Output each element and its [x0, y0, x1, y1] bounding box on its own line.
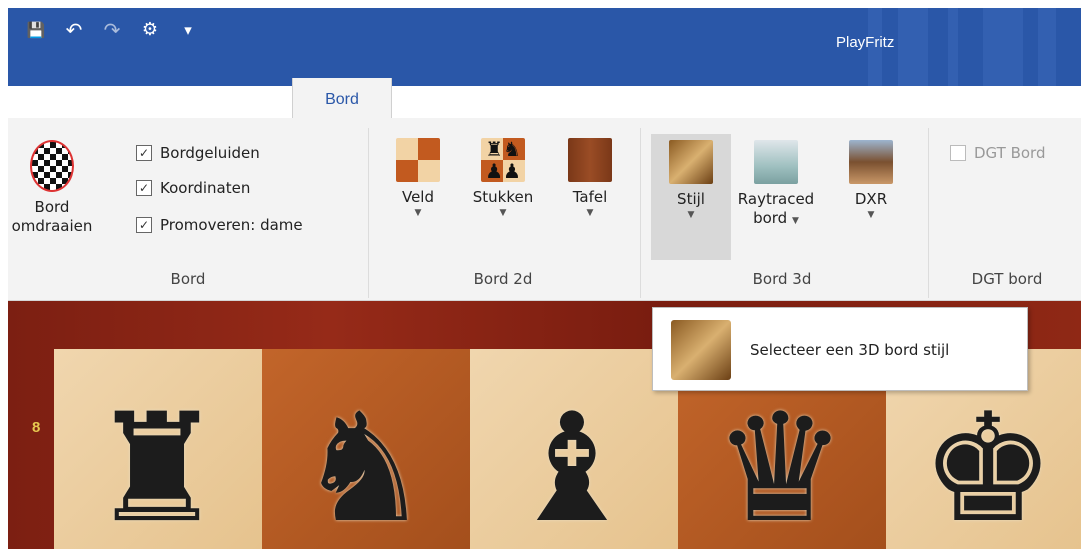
engine-icon[interactable]: ⚙ [140, 20, 160, 40]
raytraced-label-1: Raytraced [737, 190, 815, 208]
flip-board-label-2: omdraaien [11, 217, 93, 235]
group-label-bord-2d: Bord 2d [473, 270, 533, 288]
title-bar: 💾 ↶ ↷ ⚙ ▾ PlayFritz [8, 8, 1081, 86]
flip-board-label-1: Bord [34, 198, 70, 216]
dgt-bord-label: DGT Bord [974, 144, 1046, 162]
group-separator [928, 128, 929, 298]
group-label-bord-3d: Bord 3d [752, 270, 812, 288]
app-title: PlayFritz [836, 34, 895, 51]
glass-piece-icon [754, 140, 798, 184]
pieces-icon: ♜♞ ♟♟ [481, 138, 525, 182]
checkbox-icon[interactable] [950, 145, 966, 161]
checkbox-icon[interactable]: ✓ [136, 180, 152, 196]
group-separator [368, 128, 369, 298]
veld-button[interactable]: Veld ▼ [388, 138, 448, 219]
tab-help[interactable]: Help [732, 78, 765, 118]
dxr-label: DXR [854, 190, 888, 208]
square-pattern-icon [396, 138, 440, 182]
save-icon[interactable]: 💾 [26, 20, 46, 40]
black-bishop[interactable]: ♝ [502, 389, 642, 549]
rank-label: 8 [32, 419, 41, 436]
redo-icon[interactable]: ↷ [102, 20, 122, 40]
check-promoveren[interactable]: ✓ Promoveren: dame [136, 216, 303, 234]
stukken-button[interactable]: ♜♞ ♟♟ Stukken ▼ [458, 138, 548, 219]
tab-bord[interactable]: Bord [292, 78, 392, 118]
check-koordinaten-label: Koordinaten [160, 179, 251, 197]
stukken-label: Stukken [472, 188, 534, 206]
group-label-bord: Bord [170, 270, 206, 288]
group-separator [640, 128, 641, 298]
check-dgt-bord[interactable]: DGT Bord [950, 144, 1045, 162]
flip-board-icon [30, 140, 74, 192]
tab-thuis[interactable]: Thuis [210, 78, 249, 118]
stijl-label: Stijl [677, 190, 705, 208]
customize-dropdown-icon[interactable]: ▾ [178, 20, 198, 40]
chess-3d-style-icon [669, 140, 713, 184]
chevron-down-icon: ▼ [499, 208, 507, 218]
checkbox-icon[interactable]: ✓ [136, 217, 152, 233]
black-queen[interactable]: ♛ [710, 389, 850, 549]
ribbon-tabs: Bestand Thuis Bord Openingen Vensters He… [8, 78, 1081, 118]
tafel-label: Tafel [572, 188, 608, 206]
chess-3d-style-icon [671, 320, 731, 380]
veld-label: Veld [401, 188, 434, 206]
tab-bestand[interactable]: Bestand [48, 78, 111, 118]
wooden-king-icon [849, 140, 893, 184]
dxr-button[interactable]: DXR ▼ [838, 140, 904, 221]
chevron-down-icon: ▼ [867, 210, 875, 220]
undo-icon[interactable]: ↶ [64, 20, 84, 40]
tab-openingen[interactable]: Openingen [422, 78, 500, 118]
tab-vensters[interactable]: Vensters [593, 78, 655, 118]
check-koordinaten[interactable]: ✓ Koordinaten [136, 179, 250, 197]
tafel-button[interactable]: Tafel ▼ [558, 138, 622, 219]
tooltip-text: Selecteer een 3D bord stijl [750, 341, 950, 359]
raytraced-board-button[interactable]: Raytraced bord ▼ [731, 140, 821, 228]
tooltip: Selecteer een 3D bord stijl [652, 307, 1028, 391]
table-wood-icon [568, 138, 612, 182]
ribbon-panel: Bord omdraaien ✓ Bordgeluiden ✓ Koordina… [8, 118, 1081, 301]
black-rook[interactable]: ♜ [87, 389, 227, 549]
check-promoveren-label: Promoveren: dame [160, 216, 303, 234]
stijl-button[interactable]: Stijl ▼ [651, 134, 731, 260]
chevron-down-icon: ▼ [687, 210, 695, 220]
chevron-down-icon: ▼ [586, 208, 594, 218]
raytraced-label-2: bord ▼ [753, 209, 799, 227]
check-bordgeluiden[interactable]: ✓ Bordgeluiden [136, 144, 260, 162]
checkbox-icon[interactable]: ✓ [136, 145, 152, 161]
black-knight[interactable]: ♞ [294, 389, 434, 549]
check-bordgeluiden-label: Bordgeluiden [160, 144, 260, 162]
quick-access-toolbar: 💾 ↶ ↷ ⚙ ▾ [26, 20, 198, 41]
flip-board-button[interactable]: Bord omdraaien [10, 140, 94, 236]
chevron-down-icon: ▼ [414, 208, 422, 218]
group-label-dgt: DGT bord [971, 270, 1043, 288]
black-king[interactable]: ♚ [918, 389, 1058, 549]
